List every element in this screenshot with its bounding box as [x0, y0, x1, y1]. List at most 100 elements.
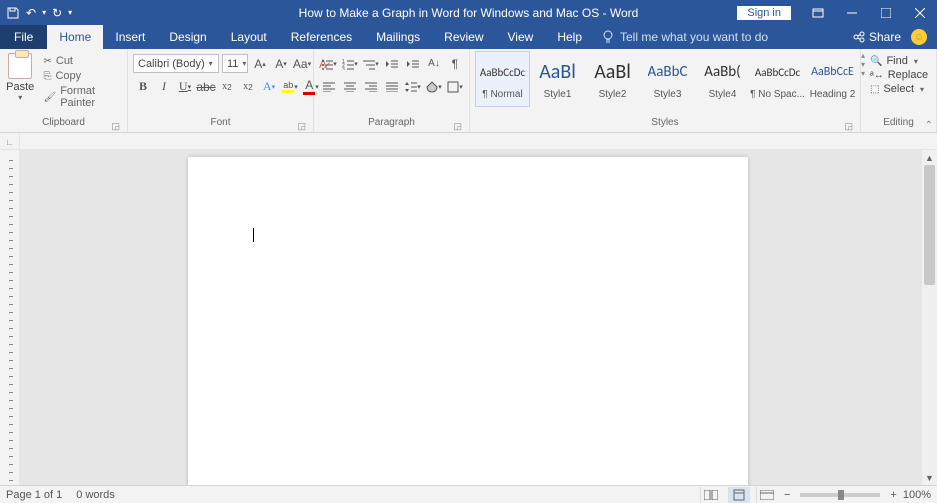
- group-clipboard: Paste ▾ ✂Cut ⎘Copy 🖌Format Painter Clipb…: [0, 49, 128, 132]
- style-style4[interactable]: AaBb(Style4: [695, 51, 750, 107]
- tab-view[interactable]: View: [496, 25, 546, 49]
- paragraph-dialog-launcher[interactable]: ◲: [453, 121, 462, 132]
- word-count[interactable]: 0 words: [76, 489, 115, 501]
- superscript-button[interactable]: x2: [238, 77, 258, 96]
- customize-qat-icon[interactable]: ▾: [68, 8, 72, 17]
- strikethrough-button[interactable]: abc: [196, 77, 216, 96]
- undo-icon[interactable]: ↶: [26, 6, 36, 20]
- scroll-down-button[interactable]: ▼: [922, 470, 937, 485]
- read-mode-button[interactable]: [700, 487, 722, 503]
- justify-button[interactable]: [382, 77, 402, 96]
- show-marks-button[interactable]: ¶: [445, 54, 465, 73]
- clipboard-dialog-launcher[interactable]: ◲: [111, 121, 120, 132]
- style-heading-2[interactable]: AaBbCcEHeading 2: [805, 51, 860, 107]
- zoom-level[interactable]: 100%: [903, 489, 931, 501]
- style-label: ¶ No Spac...: [750, 89, 805, 103]
- tab-design[interactable]: Design: [157, 25, 218, 49]
- align-center-button[interactable]: [340, 77, 360, 96]
- paste-dropdown-icon[interactable]: ▾: [18, 93, 22, 102]
- grow-font-button[interactable]: A▴: [251, 54, 269, 73]
- tab-selector[interactable]: ∟: [0, 133, 20, 150]
- vertical-ruler[interactable]: [0, 150, 20, 485]
- increase-indent-button[interactable]: [403, 54, 423, 73]
- close-button[interactable]: [903, 0, 937, 25]
- styles-dialog-launcher[interactable]: ◲: [844, 121, 853, 132]
- tab-file[interactable]: File: [0, 25, 47, 49]
- change-case-button[interactable]: Aa▾: [293, 54, 311, 73]
- multilevel-list-button[interactable]: ▾: [361, 54, 381, 73]
- group-paragraph: ▾ 123▾ ▾ A↓ ¶ ▾ ▾ ▾ Paragraph◲: [314, 49, 470, 132]
- format-painter-button[interactable]: 🖌Format Painter: [39, 84, 122, 110]
- font-dialog-launcher[interactable]: ◲: [297, 121, 306, 132]
- numbering-button[interactable]: 123▾: [340, 54, 360, 73]
- minimize-button[interactable]: [835, 0, 869, 25]
- feedback-icon[interactable]: ☺: [911, 29, 927, 45]
- redo-icon[interactable]: ↻: [52, 6, 62, 20]
- replace-button[interactable]: ᵃ↔Replace: [866, 68, 932, 82]
- ribbon-display-button[interactable]: [801, 0, 835, 25]
- select-label: Select: [883, 83, 914, 95]
- save-icon[interactable]: [6, 6, 20, 20]
- highlight-button[interactable]: ab▾: [280, 77, 300, 96]
- zoom-slider-knob[interactable]: [838, 490, 844, 500]
- find-button[interactable]: 🔍Find▾: [866, 54, 922, 68]
- copy-icon: ⎘: [43, 71, 51, 82]
- bullets-button[interactable]: ▾: [319, 54, 339, 73]
- tab-help[interactable]: Help: [545, 25, 594, 49]
- style-preview: AaBl: [594, 55, 631, 89]
- tell-me[interactable]: Tell me what you want to do: [602, 25, 768, 49]
- shading-button[interactable]: ▾: [424, 77, 444, 96]
- text-cursor: [253, 228, 254, 242]
- share-button[interactable]: Share: [853, 30, 901, 44]
- italic-button[interactable]: I: [154, 77, 174, 96]
- text-effects-button[interactable]: A▾: [259, 77, 279, 96]
- style-label: Style2: [599, 89, 627, 103]
- copy-button[interactable]: ⎘Copy: [39, 69, 122, 83]
- vertical-scrollbar[interactable]: ▲ ▼: [922, 150, 937, 485]
- document-page[interactable]: [188, 157, 748, 485]
- subscript-button[interactable]: x2: [217, 77, 237, 96]
- shrink-font-button[interactable]: A▾: [272, 54, 290, 73]
- decrease-indent-button[interactable]: [382, 54, 402, 73]
- web-layout-button[interactable]: [756, 487, 778, 503]
- select-button[interactable]: ⬚Select▾: [866, 82, 928, 96]
- align-left-button[interactable]: [319, 77, 339, 96]
- tab-review[interactable]: Review: [432, 25, 495, 49]
- zoom-slider[interactable]: [800, 493, 880, 497]
- cut-button[interactable]: ✂Cut: [39, 54, 122, 68]
- style---no-spac---[interactable]: AaBbCcDc¶ No Spac...: [750, 51, 805, 107]
- paste-button[interactable]: Paste ▾: [5, 51, 35, 102]
- borders-button[interactable]: ▾: [445, 77, 465, 96]
- page-indicator[interactable]: Page 1 of 1: [6, 489, 62, 501]
- tab-home[interactable]: Home: [47, 25, 103, 49]
- tab-layout[interactable]: Layout: [219, 25, 279, 49]
- zoom-in-button[interactable]: +: [890, 489, 896, 501]
- scroll-up-button[interactable]: ▲: [922, 150, 937, 165]
- document-area: 1234567: [0, 150, 922, 485]
- share-icon: [853, 31, 865, 43]
- undo-dropdown-icon[interactable]: ▾: [42, 8, 46, 17]
- style---normal[interactable]: AaBbCcDc¶ Normal: [475, 51, 530, 107]
- tab-mailings[interactable]: Mailings: [364, 25, 432, 49]
- sign-in-button[interactable]: Sign in: [737, 6, 791, 20]
- bold-button[interactable]: B: [133, 77, 153, 96]
- chevron-down-icon: ▾: [920, 85, 924, 94]
- collapse-ribbon-button[interactable]: ⌃: [925, 120, 933, 131]
- format-painter-label: Format Painter: [60, 85, 118, 109]
- sort-button[interactable]: A↓: [424, 54, 444, 73]
- line-spacing-button[interactable]: ▾: [403, 77, 423, 96]
- tab-insert[interactable]: Insert: [103, 25, 157, 49]
- style-style1[interactable]: AaBlStyle1: [530, 51, 585, 107]
- scroll-thumb[interactable]: [924, 165, 935, 285]
- zoom-out-button[interactable]: −: [784, 489, 790, 501]
- chevron-down-icon: ▾: [242, 59, 246, 68]
- style-style3[interactable]: AaBbCStyle3: [640, 51, 695, 107]
- align-right-button[interactable]: [361, 77, 381, 96]
- font-size-combo[interactable]: 11▾: [222, 54, 248, 73]
- font-name-combo[interactable]: Calibri (Body)▾: [133, 54, 219, 73]
- maximize-button[interactable]: [869, 0, 903, 25]
- tab-references[interactable]: References: [279, 25, 364, 49]
- print-layout-button[interactable]: [728, 487, 750, 503]
- style-style2[interactable]: AaBlStyle2: [585, 51, 640, 107]
- underline-button[interactable]: U▾: [175, 77, 195, 96]
